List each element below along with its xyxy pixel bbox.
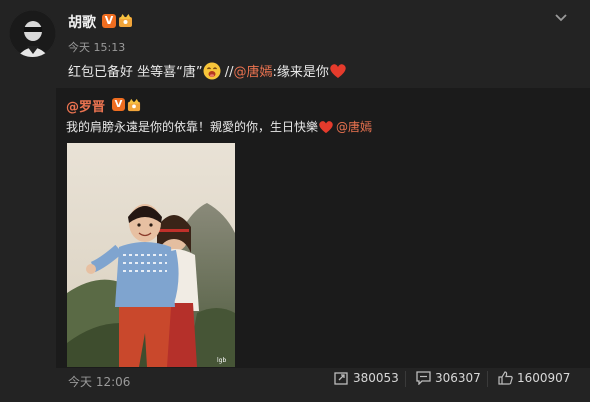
repost-text: 我的肩膀永遠是你的依靠！親愛的你，生日快樂 @唐嫣 xyxy=(66,118,372,136)
repost-button[interactable]: 380053 xyxy=(334,371,399,385)
laughing-emoji-icon xyxy=(203,62,221,80)
heart-icon xyxy=(318,120,336,136)
crown-member-icon xyxy=(118,13,133,28)
repost-box: @罗晋 V 我的肩膀永遠是你的依靠！親愛的你，生日快樂 @唐嫣 lgb xyxy=(56,88,590,368)
comment-count: 306307 xyxy=(435,371,481,385)
verified-v-icon: V xyxy=(102,14,116,28)
divider xyxy=(487,371,488,387)
verified-v-icon: V xyxy=(112,98,125,111)
author-name[interactable]: 胡歌 xyxy=(68,12,96,32)
thumbs-up-icon xyxy=(498,371,513,385)
weibo-card: 胡歌 V 今天 15:13 红包已备好 坐等喜“唐” //@唐嫣:缘来是你 @罗… xyxy=(0,0,590,402)
chevron-down-icon[interactable] xyxy=(553,9,569,22)
photo-watermark: lgb xyxy=(217,357,226,364)
avatar[interactable] xyxy=(9,10,56,57)
like-count: 1600907 xyxy=(517,371,571,385)
mention-link[interactable]: @唐嫣 xyxy=(234,65,273,80)
crown-member-icon xyxy=(127,97,141,112)
footer-timestamp[interactable]: 今天 12:06 xyxy=(68,373,130,390)
post-text-before: 红包已备好 坐等喜“唐” xyxy=(68,65,203,80)
post-timestamp[interactable]: 今天 15:13 xyxy=(68,39,125,55)
repost-text-body: 我的肩膀永遠是你的依靠！親愛的你，生日快樂 xyxy=(66,120,319,134)
repost-photo[interactable]: lgb xyxy=(67,143,235,367)
like-button[interactable]: 1600907 xyxy=(498,371,570,385)
post-text-mid: // xyxy=(220,65,234,80)
post-text: 红包已备好 坐等喜“唐” //@唐嫣:缘来是你 xyxy=(68,62,347,83)
repost-icon xyxy=(334,372,348,385)
post-text-after: :缘来是你 xyxy=(272,65,329,80)
repost-count: 380053 xyxy=(353,371,399,385)
repost-mention-link[interactable]: @唐嫣 xyxy=(336,120,372,134)
divider xyxy=(405,371,406,387)
repost-author[interactable]: @罗晋 xyxy=(66,96,105,115)
heart-icon xyxy=(329,63,347,79)
comment-icon xyxy=(416,371,431,385)
comment-button[interactable]: 306307 xyxy=(416,371,481,385)
